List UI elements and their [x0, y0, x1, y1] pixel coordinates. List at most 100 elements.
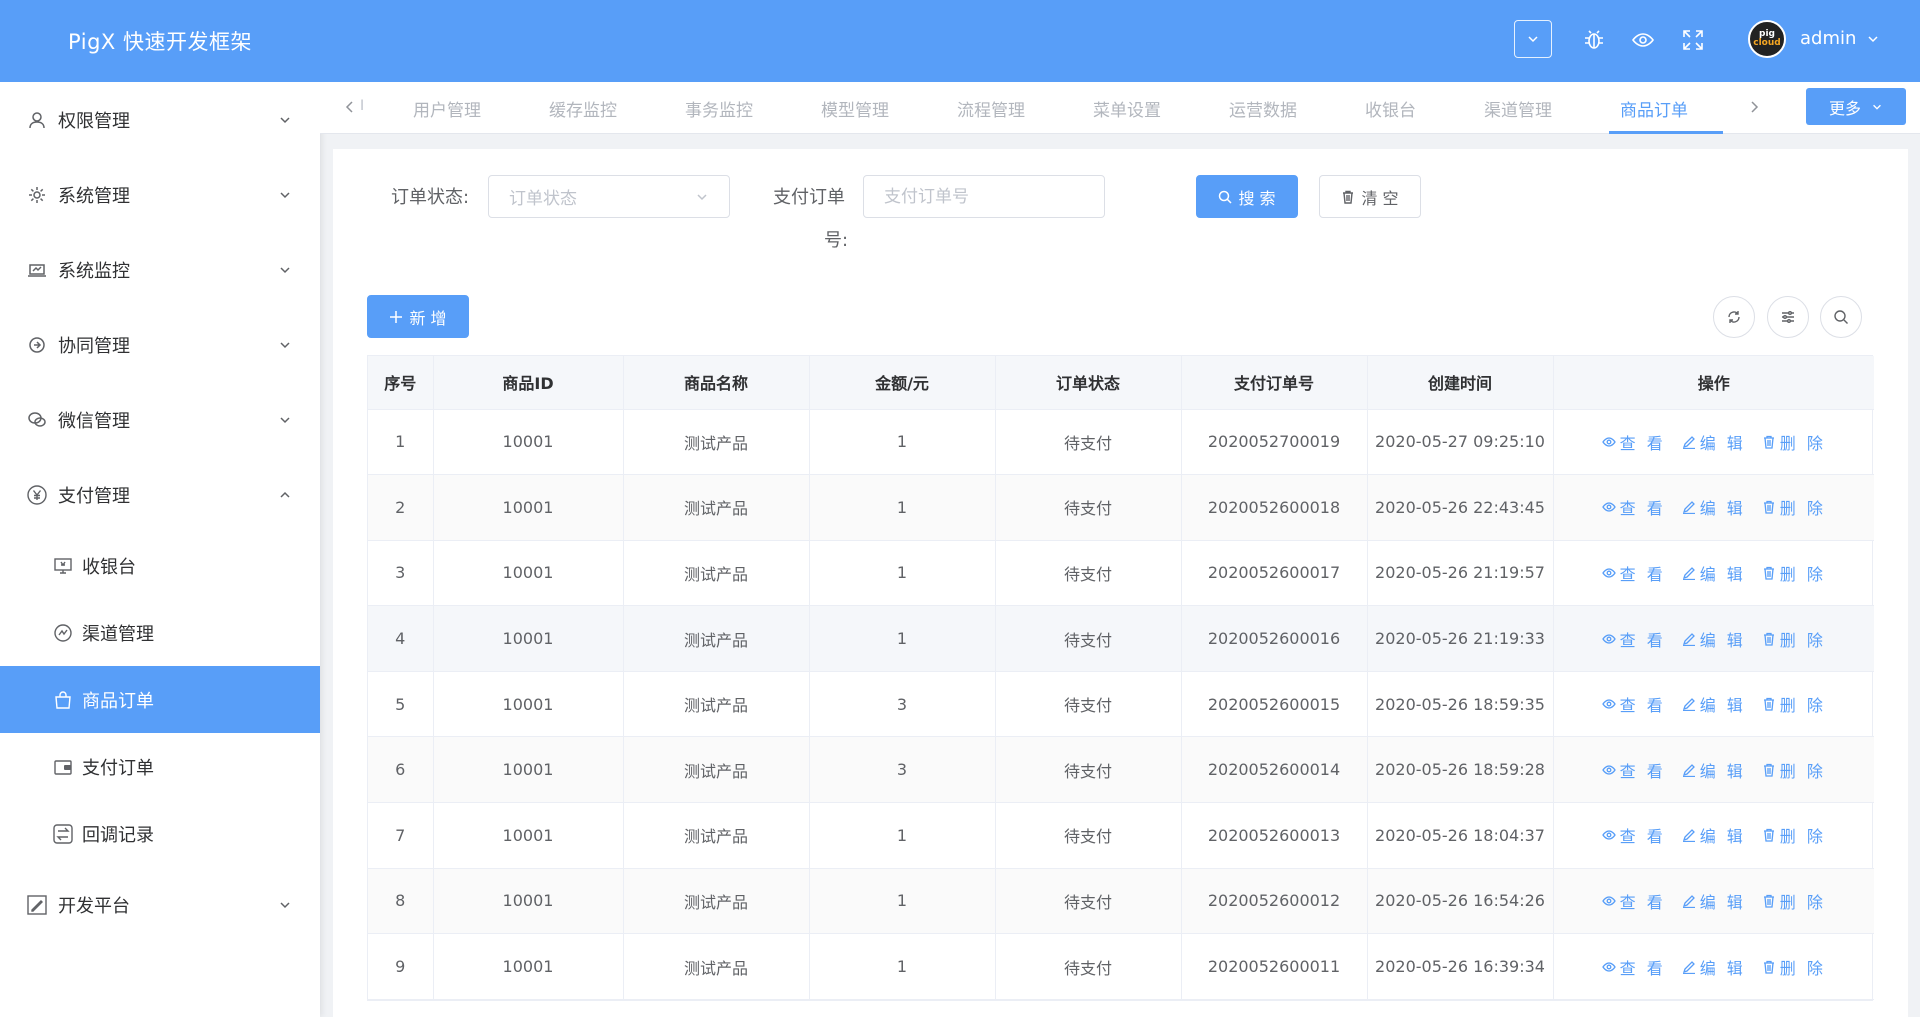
sidebar-subitem-callback[interactable]: 回调记录	[0, 800, 320, 867]
eye-icon	[1601, 435, 1616, 449]
delete-button[interactable]: 删 除	[1762, 495, 1826, 519]
table-cell: 10001	[433, 409, 624, 476]
table-cell: 2020-05-26 21:19:57	[1367, 540, 1554, 607]
pay-order-input[interactable]	[863, 175, 1105, 218]
view-button[interactable]: 查 看	[1601, 430, 1666, 454]
delete-button[interactable]: 删 除	[1762, 758, 1826, 782]
pencil-icon	[1682, 894, 1696, 908]
delete-button[interactable]: 删 除	[1762, 430, 1826, 454]
sidebar-item-dev-platform[interactable]: 开发平台	[0, 867, 320, 942]
tab-2[interactable]: 事务监控	[652, 82, 788, 134]
sidebar-item-permission[interactable]: 权限管理	[0, 82, 320, 157]
edit-button[interactable]: 编 辑	[1682, 758, 1746, 782]
actions-cell: 查 看编 辑删 除	[1553, 933, 1874, 1000]
chevron-right-icon[interactable]	[1744, 96, 1764, 118]
edit-button[interactable]: 编 辑	[1682, 823, 1746, 847]
table-cell: 测试产品	[623, 540, 810, 607]
table-cell: 待支付	[995, 671, 1182, 738]
table-row[interactable]: 6 10001 测试产品 3 待支付 2020052600014 2020-05-26 18…	[368, 736, 1874, 804]
avatar[interactable]: pig cloud	[1748, 20, 1786, 58]
app-logo-title[interactable]: PigX 快速开发框架	[0, 0, 320, 82]
refresh-button[interactable]	[1713, 296, 1755, 338]
trash-icon	[1762, 500, 1776, 515]
table-row[interactable]: 1 10001 测试产品 1 待支付 2020052700019 2020-05-27 09…	[368, 409, 1874, 476]
eye-icon[interactable]	[1627, 24, 1659, 56]
order-status-select[interactable]: 订单状态	[488, 175, 730, 218]
view-button[interactable]: 查 看	[1601, 823, 1666, 847]
actions-cell: 查 看编 辑删 除	[1553, 409, 1874, 476]
table-row[interactable]: 3 10001 测试产品 1 待支付 2020052600017 2020-05-26 21…	[368, 540, 1874, 607]
tab-6[interactable]: 运营数据	[1196, 82, 1332, 134]
table-body: 1 10001 测试产品 1 待支付 2020052700019 2020-05-27 09…	[368, 409, 1874, 1000]
table-row[interactable]: 4 10001 测试产品 1 待支付 2020052600016 2020-05-26 21…	[368, 605, 1874, 672]
tab-3[interactable]: 模型管理	[788, 82, 924, 134]
delete-button[interactable]: 删 除	[1762, 823, 1826, 847]
sidebar-item-monitor[interactable]: 系统监控	[0, 232, 320, 307]
table-cell: 6	[368, 736, 434, 804]
sidebar-item-wechat[interactable]: 微信管理	[0, 382, 320, 457]
sidebar-subitem-channel[interactable]: 渠道管理	[0, 599, 320, 666]
view-button[interactable]: 查 看	[1601, 627, 1666, 651]
sidebar-subitem-product-order[interactable]: 商品订单	[0, 666, 320, 733]
delete-button[interactable]: 删 除	[1762, 889, 1826, 913]
table-row[interactable]: 8 10001 测试产品 1 待支付 2020052600012 2020-05-26 16…	[368, 868, 1874, 935]
more-button[interactable]: 更多	[1806, 88, 1906, 125]
fullscreen-icon[interactable]	[1677, 24, 1709, 56]
delete-button[interactable]: 删 除	[1762, 692, 1826, 716]
callback-icon	[52, 823, 74, 845]
tab-5[interactable]: 菜单设置	[1060, 82, 1196, 134]
tab-0[interactable]: 用户管理	[380, 82, 516, 134]
table-row[interactable]: 5 10001 测试产品 3 待支付 2020052600015 2020-05-26 18…	[368, 671, 1874, 738]
sidebar-item-collab[interactable]: 协同管理	[0, 307, 320, 382]
tab-7[interactable]: 收银台	[1332, 82, 1451, 134]
sidebar-subitem-cashier[interactable]: 收银台	[0, 532, 320, 599]
tab-4[interactable]: 流程管理	[924, 82, 1060, 134]
column-settings-button[interactable]	[1767, 296, 1809, 338]
delete-button[interactable]: 删 除	[1762, 561, 1826, 585]
table-cell: 测试产品	[623, 605, 810, 672]
view-button[interactable]: 查 看	[1601, 561, 1666, 585]
table-cell: 10001	[433, 474, 624, 541]
delete-button[interactable]: 删 除	[1762, 955, 1826, 979]
trash-icon	[1762, 566, 1776, 580]
table-cell: 10001	[433, 540, 624, 607]
table-row[interactable]: 2 10001 测试产品 1 待支付 2020052600018 2020-05-26 22…	[368, 474, 1874, 541]
view-button[interactable]: 查 看	[1601, 889, 1666, 913]
view-button[interactable]: 查 看	[1601, 495, 1666, 519]
edit-button[interactable]: 编 辑	[1682, 955, 1746, 979]
column-header: 创建时间	[1367, 356, 1554, 410]
edit-button[interactable]: 编 辑	[1682, 561, 1746, 585]
tab-1[interactable]: 缓存监控	[516, 82, 652, 134]
clear-button[interactable]: 清 空	[1319, 175, 1421, 218]
table-cell: 2020-05-26 22:43:45	[1367, 474, 1554, 541]
sidebar-item-system[interactable]: 系统管理	[0, 157, 320, 232]
edit-button[interactable]: 编 辑	[1682, 430, 1746, 454]
toggle-search-button[interactable]	[1820, 296, 1862, 338]
sidebar-subitem-pay-order[interactable]: 支付订单	[0, 733, 320, 800]
delete-button[interactable]: 删 除	[1762, 627, 1826, 651]
table-row[interactable]: 9 10001 测试产品 1 待支付 2020052600011 2020-05-26 16…	[368, 933, 1874, 1000]
edit-button[interactable]: 编 辑	[1682, 889, 1746, 913]
chevron-down-icon	[1868, 35, 1878, 42]
chevron-left-icon[interactable]	[340, 96, 360, 118]
table-row[interactable]: 7 10001 测试产品 1 待支付 2020052600013 2020-05-26 18…	[368, 802, 1874, 869]
view-button[interactable]: 查 看	[1601, 758, 1666, 782]
bug-icon[interactable]	[1578, 24, 1610, 56]
table-cell: 2020052600018	[1181, 474, 1368, 541]
edit-button[interactable]: 编 辑	[1682, 627, 1746, 651]
trash-icon	[1762, 894, 1776, 908]
edit-button[interactable]: 编 辑	[1682, 495, 1746, 519]
add-button[interactable]: 新 增	[367, 295, 469, 338]
sidebar-item-payment[interactable]: 支付管理	[0, 457, 320, 532]
table-cell: 2	[368, 474, 434, 541]
tab-9[interactable]: 商品订单	[1587, 82, 1723, 134]
header-dropdown-button[interactable]	[1514, 20, 1552, 58]
user-menu[interactable]: admin	[1800, 28, 1880, 49]
view-button[interactable]: 查 看	[1601, 955, 1666, 979]
table-cell: 测试产品	[623, 736, 810, 804]
view-button[interactable]: 查 看	[1601, 692, 1666, 716]
tab-8[interactable]: 渠道管理	[1451, 82, 1587, 134]
top-header: pig cloud admin	[320, 0, 1920, 82]
edit-button[interactable]: 编 辑	[1682, 692, 1746, 716]
search-button[interactable]: 搜 索	[1196, 175, 1298, 218]
